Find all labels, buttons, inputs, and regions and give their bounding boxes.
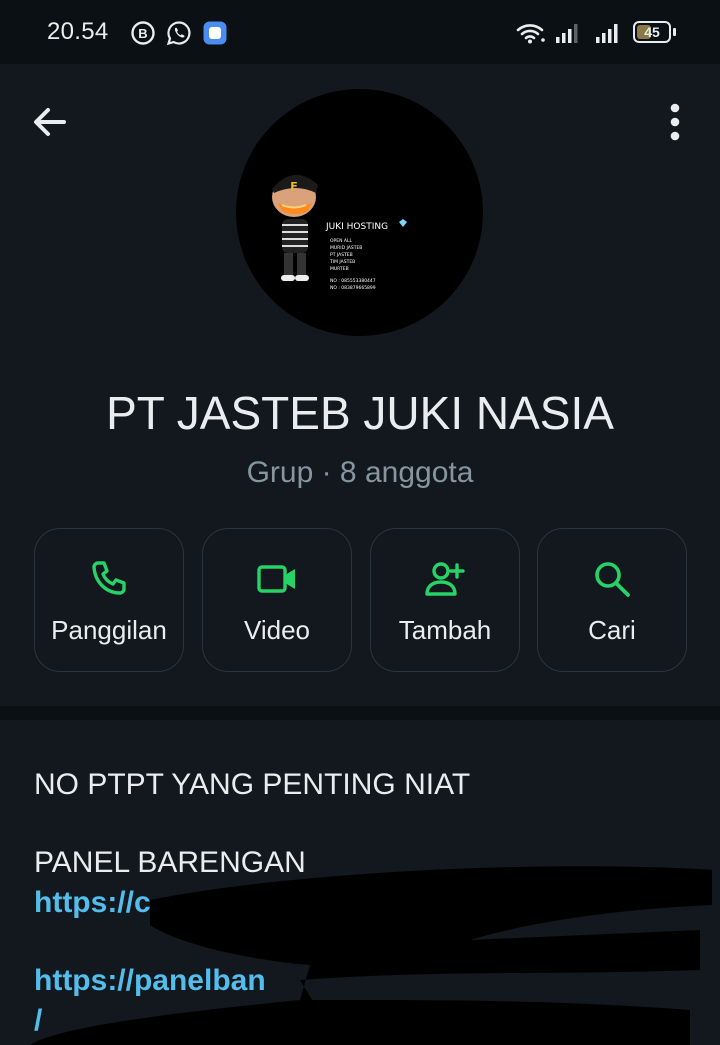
status-bar: 20.54 B 45 bbox=[0, 0, 720, 64]
b-icon: B bbox=[131, 21, 155, 45]
group-name[interactable]: PT JASTEB JUKI NASIA bbox=[0, 386, 720, 440]
phone-icon bbox=[92, 561, 126, 595]
description-line: NO PTPT YANG PENTING NIAT bbox=[34, 768, 471, 801]
add-member-button[interactable]: Tambah bbox=[370, 528, 520, 672]
avatar-contact: NO : 083879665899 bbox=[330, 285, 376, 291]
avatar-line: OPEN ALL bbox=[330, 238, 352, 244]
avatar-line: MURID JASTEB bbox=[330, 245, 362, 251]
video-button[interactable]: Video bbox=[202, 528, 352, 672]
avatar-line: TIM JASTEB bbox=[329, 259, 355, 265]
avatar-contact: NO : 085553380447 bbox=[330, 278, 376, 284]
avatar-brand: JUKI HOSTING bbox=[325, 222, 388, 232]
wifi-icon bbox=[516, 24, 545, 44]
group-subtitle: Grup · 8 anggota bbox=[246, 456, 474, 489]
battery-indicator: 45 bbox=[633, 21, 671, 43]
battery-cap bbox=[673, 28, 676, 36]
search-icon bbox=[595, 562, 630, 597]
call-button[interactable]: Panggilan bbox=[34, 528, 184, 672]
signal-1-icon bbox=[556, 24, 578, 43]
video-icon bbox=[257, 565, 295, 593]
search-label: Cari bbox=[588, 615, 636, 645]
video-label: Video bbox=[243, 615, 311, 645]
svg-text:F: F bbox=[290, 180, 298, 193]
call-label: Panggilan bbox=[51, 615, 167, 645]
status-time: 20.54 bbox=[47, 18, 109, 45]
signal-2-icon bbox=[596, 24, 618, 43]
avatar-image: F JUKI HOSTING OPEN ALL MURID JASTEB PT … bbox=[272, 174, 407, 291]
app-notification-icon bbox=[203, 21, 227, 45]
avatar-line: MURTEB bbox=[330, 266, 349, 272]
redaction-overlay bbox=[30, 866, 712, 1045]
svg-text:B: B bbox=[138, 26, 147, 41]
add-person-icon bbox=[425, 562, 465, 596]
avatar-line: PT JASTEB bbox=[330, 252, 353, 258]
more-options-icon[interactable] bbox=[658, 98, 692, 146]
search-button[interactable]: Cari bbox=[537, 528, 687, 672]
group-avatar[interactable]: F JUKI HOSTING OPEN ALL MURID JASTEB PT … bbox=[236, 89, 483, 336]
add-member-label: Tambah bbox=[398, 615, 492, 645]
back-arrow-icon[interactable] bbox=[28, 100, 72, 144]
battery-level: 45 bbox=[644, 24, 660, 40]
whatsapp-icon bbox=[166, 21, 191, 46]
